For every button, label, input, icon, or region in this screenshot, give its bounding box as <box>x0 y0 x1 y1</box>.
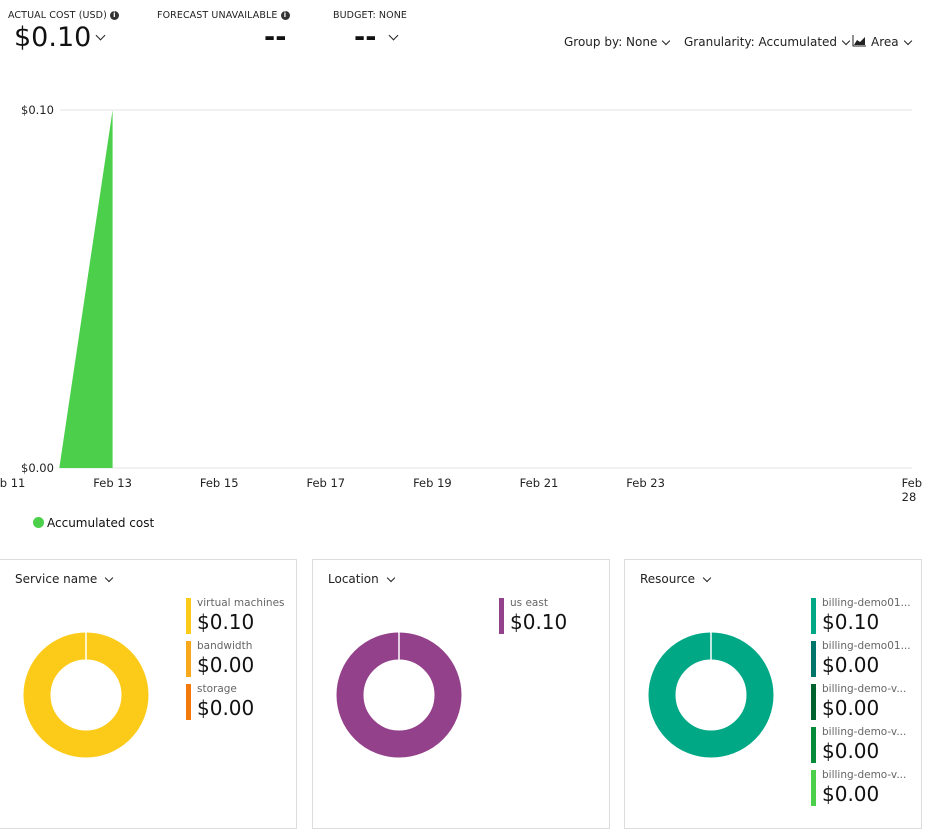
legend-item[interactable]: bandwidth $0.00 <box>186 640 285 683</box>
x-tick-label: Feb 15 <box>199 476 239 490</box>
legend-accumulated-cost[interactable]: Accumulated cost <box>33 516 154 530</box>
legend-item-name: billing-demo-v... <box>822 683 907 695</box>
legend-item-name: billing-demo-v... <box>822 726 907 738</box>
x-tick-label: Feb 28 <box>901 476 923 504</box>
panel-dropdown[interactable]: Resource <box>640 572 712 586</box>
legend-item-value: $0.10 <box>510 610 568 634</box>
area-chart <box>59 109 912 469</box>
donut-slice[interactable] <box>23 632 149 758</box>
legend-item[interactable]: billing-demo01... $0.10 <box>811 597 911 640</box>
legend-item-value: $0.10 <box>197 610 255 634</box>
legend-item-name: bandwidth <box>197 640 253 652</box>
legend-dot-icon <box>33 517 44 528</box>
legend-item-value: $0.00 <box>822 782 880 806</box>
legend-item[interactable]: billing-demo01... $0.00 <box>811 640 911 683</box>
area-series-accumulated-cost <box>59 110 113 468</box>
legend-color-bar <box>811 770 816 806</box>
legend-item-name: billing-demo01... <box>822 597 911 609</box>
donut-slice[interactable] <box>336 632 462 758</box>
legend-item[interactable]: billing-demo-v... $0.00 <box>811 769 911 812</box>
chevron-down-icon <box>386 573 396 582</box>
legend-item-value: $0.00 <box>822 653 880 677</box>
chevron-down-icon <box>104 573 114 582</box>
x-tick-label: Feb 19 <box>413 476 452 490</box>
legend-item-value: $0.00 <box>822 696 880 720</box>
legend-item-value: $0.00 <box>822 739 880 763</box>
breakdown-panel-service-name: Service name virtual machines $0.10 bandwid… <box>0 559 297 829</box>
legend-item-name: billing-demo-v... <box>822 769 907 781</box>
panel-dropdown[interactable]: Location <box>328 572 396 586</box>
legend-item-name: storage <box>197 683 237 695</box>
x-tick-label: Feb 23 <box>626 476 665 490</box>
panel-legend: virtual machines $0.10 bandwidth $0.00 stora… <box>186 597 285 726</box>
panel-legend: us east $0.10 <box>499 597 567 640</box>
legend-label: Accumulated cost <box>47 516 155 530</box>
legend-color-bar <box>186 598 191 634</box>
breakdown-panel-resource: Resource billing-demo01... $0.10 billing-de… <box>624 559 922 829</box>
panel-dropdown[interactable]: Service name <box>15 572 114 586</box>
panel-title: Location <box>328 572 379 586</box>
legend-item[interactable]: storage $0.00 <box>186 683 285 726</box>
x-tick-label: Feb 21 <box>519 476 559 490</box>
legend-item[interactable]: virtual machines $0.10 <box>186 597 285 640</box>
legend-item-name: us east <box>510 597 548 609</box>
panel-title: Resource <box>640 572 696 586</box>
panel-legend: billing-demo01... $0.10 billing-demo01... $… <box>811 597 911 812</box>
legend-color-bar <box>499 598 504 634</box>
legend-item-name: billing-demo01... <box>822 640 911 652</box>
legend-item[interactable]: us east $0.10 <box>499 597 567 640</box>
donut-chart <box>336 632 462 758</box>
legend-color-bar <box>811 598 816 634</box>
x-tick-label: Feb 11 <box>0 476 26 490</box>
legend-color-bar <box>811 727 816 763</box>
legend-item-value: $0.10 <box>822 610 880 634</box>
legend-item-value: $0.00 <box>197 653 255 677</box>
x-tick-label: Feb 13 <box>93 476 132 490</box>
donut-slice[interactable] <box>648 632 774 758</box>
y-tick-label: $0.00 <box>21 461 54 475</box>
panel-title: Service name <box>15 572 98 586</box>
legend-item[interactable]: billing-demo-v... $0.00 <box>811 726 911 769</box>
breakdown-panel-location: Location us east $0.10 <box>312 559 610 829</box>
x-tick-label: Feb 17 <box>306 476 346 490</box>
legend-color-bar <box>811 684 816 720</box>
donut-chart <box>648 632 774 758</box>
legend-color-bar <box>186 641 191 677</box>
legend-item-value: $0.00 <box>197 696 255 720</box>
legend-color-bar <box>186 684 191 720</box>
chevron-down-icon <box>702 573 712 582</box>
legend-item-name: virtual machines <box>197 597 285 609</box>
legend-item[interactable]: billing-demo-v... $0.00 <box>811 683 911 726</box>
legend-color-bar <box>811 641 816 677</box>
y-tick-label: $0.10 <box>21 103 54 117</box>
donut-chart <box>23 632 149 758</box>
